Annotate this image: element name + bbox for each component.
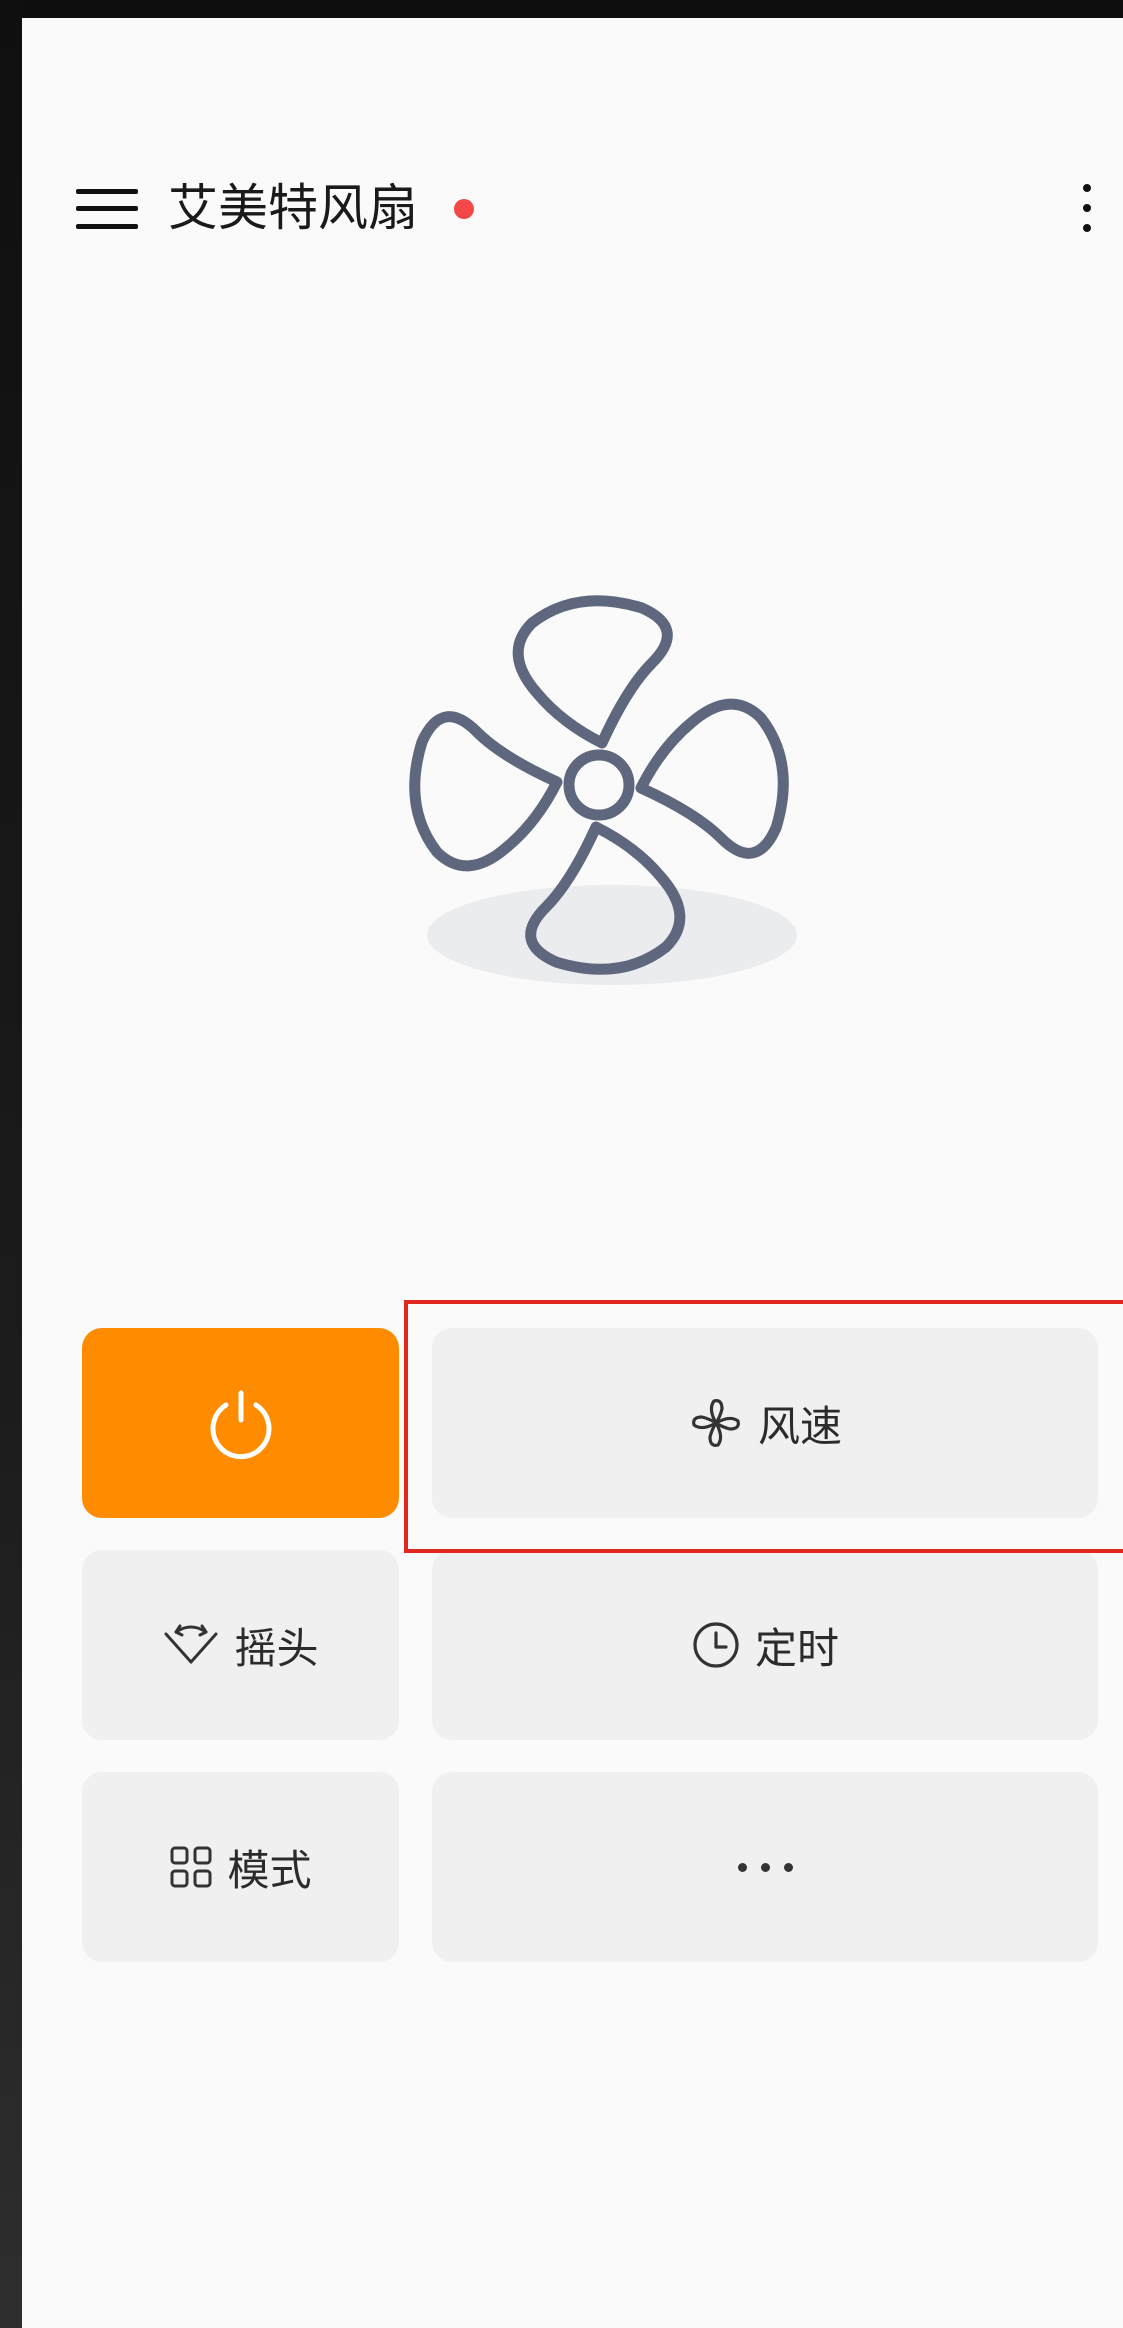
fan-speed-button[interactable]: 风速: [432, 1328, 1098, 1518]
fan-icon: [409, 595, 789, 975]
menu-icon[interactable]: [76, 185, 138, 233]
device-left-bezel: [0, 0, 22, 2328]
clock-icon: [693, 1622, 739, 1668]
power-icon: [210, 1390, 271, 1460]
swing-icon: [164, 1624, 218, 1664]
more-functions-button[interactable]: [432, 1772, 1098, 1962]
page-title: 艾美特风扇: [168, 179, 418, 237]
mode-button[interactable]: 模式: [82, 1772, 399, 1962]
status-indicator-dot: [454, 199, 474, 219]
device-control-screen: 艾美特风扇 风速 摇头 定时 模式: [22, 18, 1123, 2328]
fan-speed-label: 风速: [757, 1401, 842, 1451]
timer-label: 定时: [754, 1623, 839, 1673]
swing-button[interactable]: 摇头: [82, 1550, 399, 1740]
fan-speed-icon: [692, 1399, 740, 1447]
device-top-bezel: [0, 0, 1123, 18]
power-button[interactable]: [82, 1328, 399, 1518]
grid-icon: [170, 1846, 212, 1888]
timer-button[interactable]: 定时: [432, 1550, 1098, 1740]
ellipsis-icon: [737, 1862, 793, 1872]
more-options-icon[interactable]: [1072, 180, 1102, 236]
app-header: 艾美特风扇: [22, 158, 1123, 258]
fan-illustration: [402, 593, 802, 993]
swing-label: 摇头: [234, 1623, 319, 1673]
mode-label: 模式: [227, 1845, 312, 1895]
